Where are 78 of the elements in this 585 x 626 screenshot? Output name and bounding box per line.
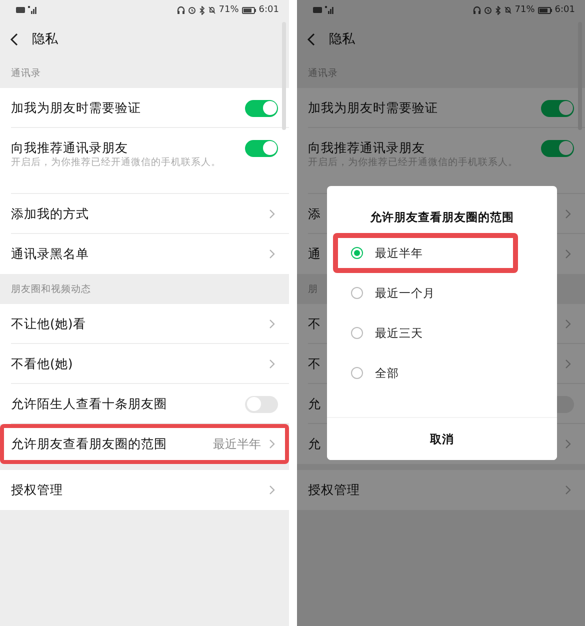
headphones-icon xyxy=(472,6,481,14)
settings-row[interactable]: 加我为朋友时需要验证 xyxy=(0,88,289,128)
row-label: 允 xyxy=(308,436,321,452)
settings-row[interactable]: 允许朋友查看朋友圈的范围 最近半年 xyxy=(0,424,289,464)
section-label: 通讯录 xyxy=(11,66,41,80)
settings-row[interactable]: 加我为朋友时需要验证 xyxy=(297,88,585,128)
toggle-switch[interactable] xyxy=(541,140,574,156)
row-label: 允 xyxy=(308,396,321,412)
row-label: 加我为朋友时需要验证 xyxy=(11,100,141,116)
alarm-icon xyxy=(484,6,492,14)
row-label: 授权管理 xyxy=(308,482,360,498)
bell-off-icon xyxy=(504,6,512,14)
battery-icon xyxy=(242,6,256,14)
row-label: 允许陌生人查看十条朋友圈 xyxy=(11,396,167,412)
row-label: 允许朋友查看朋友圈的范围 xyxy=(11,436,167,452)
battery-percent: 71% xyxy=(514,5,535,15)
signal-icon xyxy=(325,6,335,14)
bell-off-icon xyxy=(208,6,216,14)
settings-row[interactable]: 添加我的方式 xyxy=(0,194,289,234)
chevron-icon xyxy=(565,485,571,495)
chevron-icon xyxy=(269,249,275,259)
row-label: 向我推荐通讯录朋友 xyxy=(11,140,128,156)
chevron-icon xyxy=(565,209,571,219)
headphones-icon xyxy=(176,6,185,14)
radio-option[interactable]: 最近半年 xyxy=(333,233,518,273)
clock-time: 6:01 xyxy=(258,5,279,15)
alarm-icon xyxy=(188,6,196,14)
chevron-icon xyxy=(565,439,571,449)
row-label: 向我推荐通讯录朋友 xyxy=(308,140,425,156)
section-label: 通讯录 xyxy=(308,66,338,80)
section-label: 朋 xyxy=(308,282,318,296)
row-label: 通讯录黑名单 xyxy=(11,246,89,262)
chevron-icon xyxy=(269,209,275,219)
row-description: 开启后，为你推荐已经开通微信的手机联系人。 xyxy=(11,156,222,169)
row-label: 加我为朋友时需要验证 xyxy=(308,100,438,116)
clock-time: 6:01 xyxy=(554,5,575,15)
settings-row[interactable]: 不让他(她)看 xyxy=(0,304,289,344)
row-label: 不 xyxy=(308,316,321,332)
toggle-switch[interactable] xyxy=(245,100,278,116)
bluetooth-icon xyxy=(198,6,205,14)
section-label: 朋友圈和视频动态 xyxy=(11,282,91,296)
toggle-switch[interactable] xyxy=(541,100,574,116)
page-title: 隐私 xyxy=(329,31,355,48)
radio-option[interactable]: 全部 xyxy=(333,353,551,393)
settings-row[interactable]: 授权管理 xyxy=(0,470,289,510)
settings-row[interactable]: 通讯录黑名单 xyxy=(0,234,289,274)
chevron-icon xyxy=(565,319,571,329)
chevron-icon xyxy=(269,359,275,369)
row-value: 最近半年 xyxy=(213,436,261,452)
row-label: 添加我的方式 xyxy=(11,206,89,222)
hd-icon xyxy=(16,7,25,13)
hd-icon xyxy=(313,7,322,13)
chevron-icon xyxy=(269,485,275,495)
row-label: 通 xyxy=(308,246,321,262)
radio-option[interactable]: 最近三天 xyxy=(333,313,551,353)
chevron-icon xyxy=(269,319,275,329)
toggle-switch[interactable] xyxy=(245,396,278,412)
back-icon[interactable] xyxy=(10,32,18,46)
page-title: 隐私 xyxy=(32,31,58,48)
radio-option[interactable]: 最近一个月 xyxy=(333,273,551,313)
row-label: 不 xyxy=(308,356,321,372)
row-label: 不看他(她) xyxy=(11,356,73,372)
bluetooth-icon xyxy=(494,6,501,14)
settings-row[interactable]: 授权管理 xyxy=(297,470,585,510)
settings-row[interactable]: 不看他(她) xyxy=(0,344,289,384)
row-label: 添 xyxy=(308,206,321,222)
toggle-switch[interactable] xyxy=(245,140,278,156)
settings-row[interactable]: 向我推荐通讯录朋友 开启后，为你推荐已经开通微信的手机联系人。 xyxy=(0,128,289,194)
row-label: 不让他(她)看 xyxy=(11,316,86,332)
row-label: 授权管理 xyxy=(11,482,63,498)
settings-row[interactable]: 允许陌生人查看十条朋友圈 xyxy=(0,384,289,424)
dialog-title: 允许朋友查看朋友圈的范围 xyxy=(369,209,515,226)
chevron-icon xyxy=(269,439,275,449)
battery-percent: 71% xyxy=(218,5,239,15)
battery-icon xyxy=(538,6,552,14)
signal-icon xyxy=(28,6,38,14)
chevron-icon xyxy=(565,359,571,369)
chevron-icon xyxy=(565,249,571,259)
